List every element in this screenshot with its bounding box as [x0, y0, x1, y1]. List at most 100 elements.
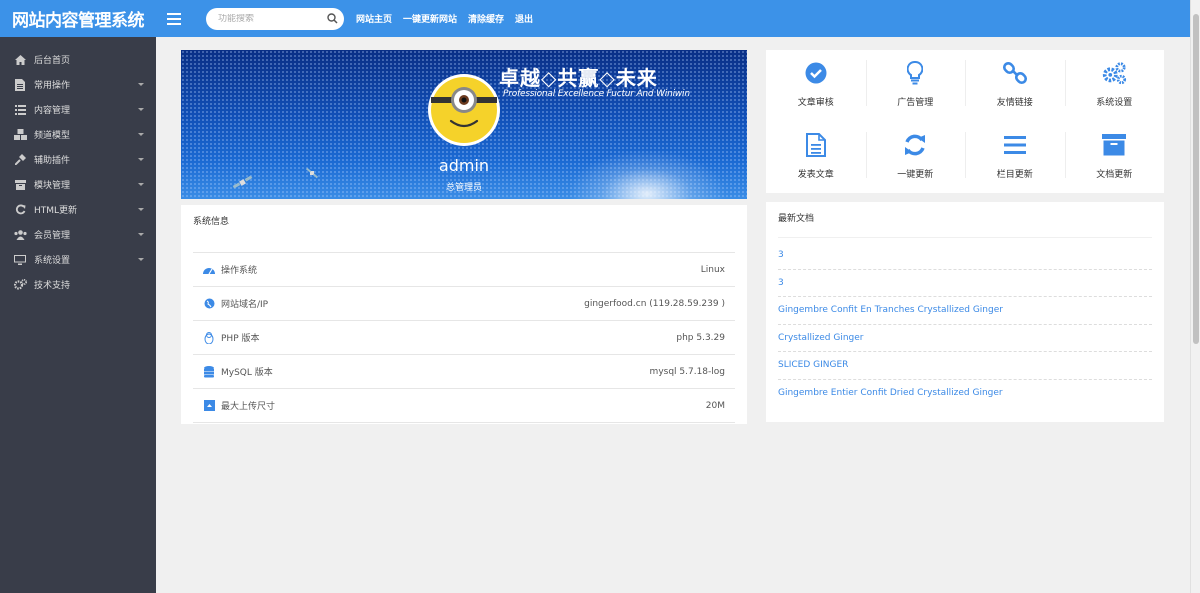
info-value: 20M	[705, 400, 725, 411]
satellite-left-icon	[233, 175, 253, 189]
table-row: MySQL 版本 mysql 5.7.18-log	[193, 355, 735, 389]
sidebar-item-label: 常用操作	[34, 81, 71, 91]
list-item[interactable]: Crystallized Ginger	[778, 325, 1152, 352]
avatar[interactable]	[428, 74, 500, 146]
quick-label: 文档更新	[1096, 170, 1133, 180]
info-value: mysql 5.7.18-log	[649, 366, 725, 377]
monitor-icon	[13, 253, 27, 267]
table-row: 最大上传尺寸 20M	[193, 389, 735, 423]
panel-title: 最新文档	[778, 213, 1152, 238]
globe-icon	[203, 298, 215, 310]
menu-toggle-button[interactable]	[156, 0, 192, 37]
quick-column-update[interactable]: 栏目更新	[965, 122, 1065, 193]
archive-icon	[13, 178, 27, 192]
quick-one-click-update[interactable]: 一键更新	[865, 122, 966, 193]
search-box	[206, 7, 344, 30]
quick-article-review[interactable]: 文章审核	[766, 50, 866, 122]
archive-icon	[1101, 132, 1127, 158]
sidebar-item-label: 辅助插件	[34, 156, 71, 166]
document-icon	[13, 78, 27, 92]
sidebar-item-label: 内容管理	[34, 106, 71, 116]
quick-label: 栏目更新	[996, 170, 1033, 180]
sidebar-item-home[interactable]: 后台首页	[0, 47, 156, 72]
info-value: gingerfood.cn (119.28.59.239 )	[584, 298, 725, 309]
caret-down-icon	[138, 233, 144, 236]
quick-post-article[interactable]: 发表文章	[766, 122, 866, 193]
bars-icon	[1002, 132, 1028, 158]
quick-system-settings[interactable]: 系统设置	[1064, 50, 1165, 122]
quick-label: 友情链接	[996, 98, 1033, 108]
banner-role: 总管理员	[445, 183, 482, 193]
quick-label: 广告管理	[897, 98, 934, 108]
info-label: PHP 版本	[221, 334, 260, 344]
earth-glow	[567, 149, 727, 199]
sidebar-item-members[interactable]: 会员管理	[0, 222, 156, 247]
sidebar-item-common[interactable]: 常用操作	[0, 72, 156, 97]
sidebar-item-html-update[interactable]: HTML更新	[0, 197, 156, 222]
list-icon	[13, 103, 27, 117]
sidebar-item-label: 后台首页	[34, 56, 71, 66]
table-row: PHP 版本 php 5.3.29	[193, 321, 735, 355]
update-site-link[interactable]: 一键更新网站	[403, 12, 457, 25]
refresh-icon	[902, 132, 928, 158]
caret-down-icon	[138, 83, 144, 86]
search-icon[interactable]	[327, 13, 338, 24]
logout-link[interactable]: 退出	[515, 12, 533, 25]
caret-down-icon	[138, 108, 144, 111]
hamburger-icon	[167, 12, 181, 25]
top-links: 网站主页 一键更新网站 清除缓存 退出	[356, 12, 544, 25]
upload-icon	[203, 400, 215, 412]
file-icon	[803, 132, 829, 158]
list-item[interactable]: Gingembre Entier Confit Dried Crystalliz…	[778, 380, 1152, 408]
quick-label: 系统设置	[1096, 98, 1133, 108]
sidebar-item-tech-support[interactable]: 技术支持	[0, 272, 156, 297]
lightbulb-icon	[902, 60, 928, 86]
sidebar-item-channel-model[interactable]: 频道模型	[0, 122, 156, 147]
sidebar-item-system-settings[interactable]: 系统设置	[0, 247, 156, 272]
quick-label: 一键更新	[897, 170, 934, 180]
sidebar-item-label: 技术支持	[34, 281, 71, 291]
scrollbar-thumb[interactable]	[1193, 14, 1199, 344]
sidebar-item-label: 会员管理	[34, 231, 71, 241]
latest-docs-panel: 最新文档 3 3 Gingembre Confit En Tranches Cr…	[766, 202, 1164, 422]
list-item[interactable]: 3	[778, 242, 1152, 270]
quick-friend-links[interactable]: 友情链接	[965, 50, 1065, 122]
page-scrollbar[interactable]	[1190, 0, 1200, 593]
quick-label: 文章审核	[797, 98, 834, 108]
caret-down-icon	[138, 208, 144, 211]
info-label: MySQL 版本	[221, 368, 273, 378]
list-item[interactable]: Gingembre Confit En Tranches Crystallize…	[778, 297, 1152, 325]
gears-icon	[1101, 60, 1127, 86]
sidebar-item-label: HTML更新	[34, 206, 78, 216]
admin-banner: 卓越◇共赢◇未来 Professional Excellence Fuctur …	[181, 50, 747, 199]
plug-icon	[13, 153, 27, 167]
quick-doc-update[interactable]: 文档更新	[1064, 122, 1165, 193]
banner-slogan: 卓越◇共赢◇未来	[499, 66, 658, 90]
info-label: 最大上传尺寸	[221, 402, 276, 412]
check-circle-icon	[803, 60, 829, 86]
table-row: 操作系统 Linux	[193, 253, 735, 287]
list-item[interactable]: 3	[778, 270, 1152, 297]
clear-cache-link[interactable]: 清除缓存	[468, 12, 504, 25]
quick-label: 发表文章	[797, 170, 834, 180]
users-icon	[13, 228, 27, 242]
sidebar-item-content[interactable]: 内容管理	[0, 97, 156, 122]
gears-icon	[13, 278, 27, 292]
satellite-right-icon	[305, 167, 319, 179]
site-home-link[interactable]: 网站主页	[356, 12, 392, 25]
panel-title: 系统信息	[193, 217, 230, 227]
quick-ad-management[interactable]: 广告管理	[865, 50, 966, 122]
search-input[interactable]	[218, 13, 318, 24]
sidebar-item-modules[interactable]: 模块管理	[0, 172, 156, 197]
linux-icon	[203, 331, 215, 344]
app-title: 网站内容管理系统	[12, 11, 145, 31]
list-item[interactable]: SLICED GINGER	[778, 352, 1152, 380]
sidebar-item-label: 频道模型	[34, 131, 71, 141]
caret-down-icon	[138, 258, 144, 261]
system-info-table: 操作系统 Linux 网站域名/IP gingerfood.cn (119.28…	[193, 252, 735, 423]
refresh-icon	[13, 203, 27, 217]
minion-avatar-icon	[431, 77, 497, 143]
link-icon	[1002, 60, 1028, 86]
top-bar: 网站内容管理系统 网站主页 一键更新网站 清除缓存 退出	[0, 0, 1190, 37]
sidebar-item-plugins[interactable]: 辅助插件	[0, 147, 156, 172]
